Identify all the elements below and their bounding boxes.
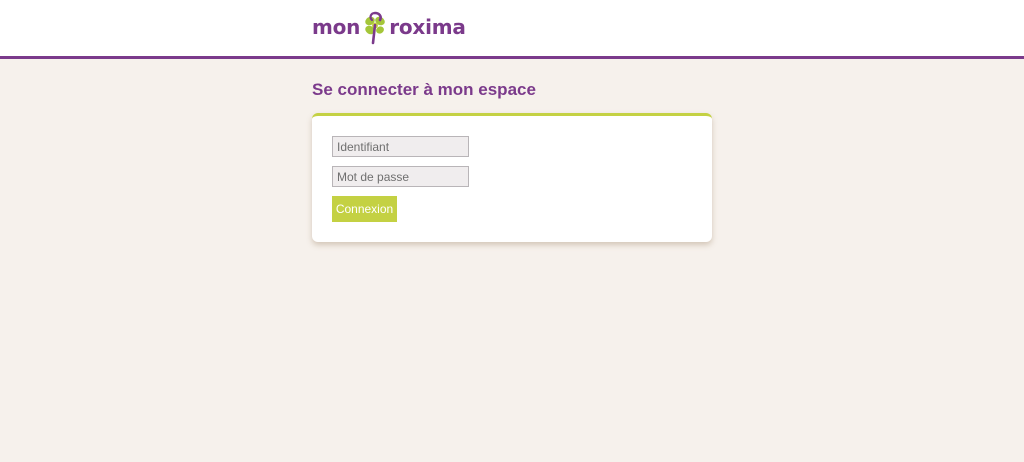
page-title: Se connecter à mon espace [312,80,536,99]
logo-text-mon: mon [312,15,361,39]
logo-text-roxima: roxima [389,15,466,39]
login-button[interactable]: Connexion [332,196,397,222]
identifier-input[interactable] [332,136,469,157]
password-input[interactable] [332,166,469,187]
flower-p-icon [365,11,385,45]
login-card: Connexion [312,113,712,242]
site-header: mon roxima [0,0,1024,59]
monproxima-logo[interactable]: mon roxima [312,9,466,45]
